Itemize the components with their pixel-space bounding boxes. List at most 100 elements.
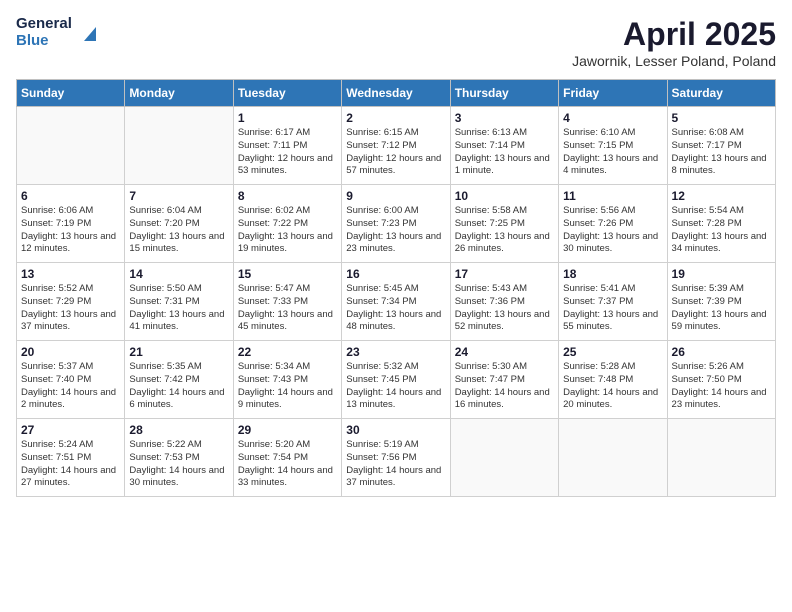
day-number: 24 [455,345,554,359]
day-info: Sunrise: 5:24 AMSunset: 7:51 PMDaylight:… [21,439,120,490]
day-number: 19 [672,267,771,281]
logo-blue: Blue [16,33,72,50]
logo: General Blue [16,16,100,49]
day-number: 20 [21,345,120,359]
day-info: Sunrise: 6:17 AMSunset: 7:11 PMDaylight:… [238,127,337,178]
calendar-cell: 29Sunrise: 5:20 AMSunset: 7:54 PMDayligh… [233,419,341,497]
day-info: Sunrise: 6:04 AMSunset: 7:20 PMDaylight:… [129,205,228,256]
day-info: Sunrise: 5:39 AMSunset: 7:39 PMDaylight:… [672,283,771,334]
calendar-cell: 14 Sunrise: 5:50 AMSunset: 7:31 PMDayligh… [125,263,233,341]
calendar-cell [125,107,233,185]
day-info: Sunrise: 5:34 AMSunset: 7:43 PMDaylight:… [238,361,337,412]
header-monday: Monday [125,80,233,107]
day-number: 28 [129,423,228,437]
day-info: Sunrise: 5:30 AMSunset: 7:47 PMDaylight:… [455,361,554,412]
calendar-row: 27 Sunrise: 5:24 AMSunset: 7:51 PMDayligh… [17,419,776,497]
calendar-cell [667,419,775,497]
day-info: Sunrise: 5:41 AMSunset: 7:37 PMDaylight:… [563,283,662,334]
header-friday: Friday [559,80,667,107]
day-number: 4 [563,111,662,125]
calendar-row: 1 Sunrise: 6:17 AMSunset: 7:11 PMDaylight… [17,107,776,185]
day-info: Sunrise: 5:32 AMSunset: 7:45 PMDaylight:… [346,361,445,412]
calendar-cell: 9 Sunrise: 6:00 AMSunset: 7:23 PMDaylight… [342,185,450,263]
day-info: Sunrise: 5:52 AMSunset: 7:29 PMDaylight:… [21,283,120,334]
day-number: 22 [238,345,337,359]
day-number: 11 [563,189,662,203]
day-info: Sunrise: 6:10 AMSunset: 7:15 PMDaylight:… [563,127,662,178]
day-info: Sunrise: 5:54 AMSunset: 7:28 PMDaylight:… [672,205,771,256]
header-saturday: Saturday [667,80,775,107]
day-info: Sunrise: 6:13 AMSunset: 7:14 PMDaylight:… [455,127,554,178]
day-number: 10 [455,189,554,203]
calendar-row: 6Sunrise: 6:06 AMSunset: 7:19 PMDaylight… [17,185,776,263]
calendar-cell: 18 Sunrise: 5:41 AMSunset: 7:37 PMDayligh… [559,263,667,341]
calendar-cell: 4 Sunrise: 6:10 AMSunset: 7:15 PMDaylight… [559,107,667,185]
day-number: 26 [672,345,771,359]
calendar-cell [450,419,558,497]
calendar-cell: 24 Sunrise: 5:30 AMSunset: 7:47 PMDayligh… [450,341,558,419]
day-number: 2 [346,111,445,125]
day-info: Sunrise: 6:15 AMSunset: 7:12 PMDaylight:… [346,127,445,178]
calendar-header-row: Sunday Monday Tuesday Wednesday Thursday… [17,80,776,107]
day-number: 7 [129,189,228,203]
day-number: 5 [672,111,771,125]
calendar-cell: 6Sunrise: 6:06 AMSunset: 7:19 PMDaylight… [17,185,125,263]
day-number: 17 [455,267,554,281]
calendar-cell: 25Sunrise: 5:28 AMSunset: 7:48 PMDayligh… [559,341,667,419]
logo-icon [78,23,100,45]
day-number: 13 [21,267,120,281]
day-info: Sunrise: 5:19 AMSunset: 7:56 PMDaylight:… [346,439,445,490]
calendar-cell [559,419,667,497]
header-thursday: Thursday [450,80,558,107]
day-info: Sunrise: 6:02 AMSunset: 7:22 PMDaylight:… [238,205,337,256]
day-number: 3 [455,111,554,125]
header-sunday: Sunday [17,80,125,107]
day-info: Sunrise: 5:47 AMSunset: 7:33 PMDaylight:… [238,283,337,334]
calendar-cell: 21Sunrise: 5:35 AMSunset: 7:42 PMDayligh… [125,341,233,419]
day-info: Sunrise: 5:20 AMSunset: 7:54 PMDaylight:… [238,439,337,490]
day-number: 9 [346,189,445,203]
page-header: General Blue April 2025 Jawornik, Lesser… [16,16,776,69]
day-info: Sunrise: 5:58 AMSunset: 7:25 PMDaylight:… [455,205,554,256]
calendar-row: 13 Sunrise: 5:52 AMSunset: 7:29 PMDayligh… [17,263,776,341]
day-number: 1 [238,111,337,125]
calendar-cell: 26Sunrise: 5:26 AMSunset: 7:50 PMDayligh… [667,341,775,419]
month-title: April 2025 [572,16,776,53]
calendar-cell: 23Sunrise: 5:32 AMSunset: 7:45 PMDayligh… [342,341,450,419]
calendar-cell: 3 Sunrise: 6:13 AMSunset: 7:14 PMDaylight… [450,107,558,185]
calendar-cell: 30 Sunrise: 5:19 AMSunset: 7:56 PMDayligh… [342,419,450,497]
day-info: Sunrise: 5:22 AMSunset: 7:53 PMDaylight:… [129,439,228,490]
calendar-cell: 28 Sunrise: 5:22 AMSunset: 7:53 PMDayligh… [125,419,233,497]
day-number: 15 [238,267,337,281]
calendar-cell: 1 Sunrise: 6:17 AMSunset: 7:11 PMDaylight… [233,107,341,185]
calendar-cell: 13 Sunrise: 5:52 AMSunset: 7:29 PMDayligh… [17,263,125,341]
day-info: Sunrise: 5:43 AMSunset: 7:36 PMDaylight:… [455,283,554,334]
calendar-cell: 11 Sunrise: 5:56 AMSunset: 7:26 PMDayligh… [559,185,667,263]
header-wednesday: Wednesday [342,80,450,107]
calendar-table: Sunday Monday Tuesday Wednesday Thursday… [16,79,776,497]
day-number: 18 [563,267,662,281]
day-number: 27 [21,423,120,437]
day-number: 12 [672,189,771,203]
day-info: Sunrise: 6:00 AMSunset: 7:23 PMDaylight:… [346,205,445,256]
location: Jawornik, Lesser Poland, Poland [572,53,776,69]
logo-general: General [16,16,72,33]
day-number: 14 [129,267,228,281]
calendar-cell: 15 Sunrise: 5:47 AMSunset: 7:33 PMDayligh… [233,263,341,341]
day-info: Sunrise: 5:56 AMSunset: 7:26 PMDaylight:… [563,205,662,256]
day-info: Sunrise: 5:45 AMSunset: 7:34 PMDaylight:… [346,283,445,334]
day-number: 8 [238,189,337,203]
day-info: Sunrise: 6:08 AMSunset: 7:17 PMDaylight:… [672,127,771,178]
calendar-cell: 8 Sunrise: 6:02 AMSunset: 7:22 PMDaylight… [233,185,341,263]
calendar-cell: 12 Sunrise: 5:54 AMSunset: 7:28 PMDayligh… [667,185,775,263]
calendar-cell: 5 Sunrise: 6:08 AMSunset: 7:17 PMDaylight… [667,107,775,185]
calendar-cell: 16Sunrise: 5:45 AMSunset: 7:34 PMDayligh… [342,263,450,341]
day-info: Sunrise: 5:50 AMSunset: 7:31 PMDaylight:… [129,283,228,334]
calendar-cell: 19 Sunrise: 5:39 AMSunset: 7:39 PMDayligh… [667,263,775,341]
day-info: Sunrise: 5:35 AMSunset: 7:42 PMDaylight:… [129,361,228,412]
calendar-cell: 22 Sunrise: 5:34 AMSunset: 7:43 PMDayligh… [233,341,341,419]
day-info: Sunrise: 5:28 AMSunset: 7:48 PMDaylight:… [563,361,662,412]
header-tuesday: Tuesday [233,80,341,107]
day-number: 30 [346,423,445,437]
calendar-cell [17,107,125,185]
